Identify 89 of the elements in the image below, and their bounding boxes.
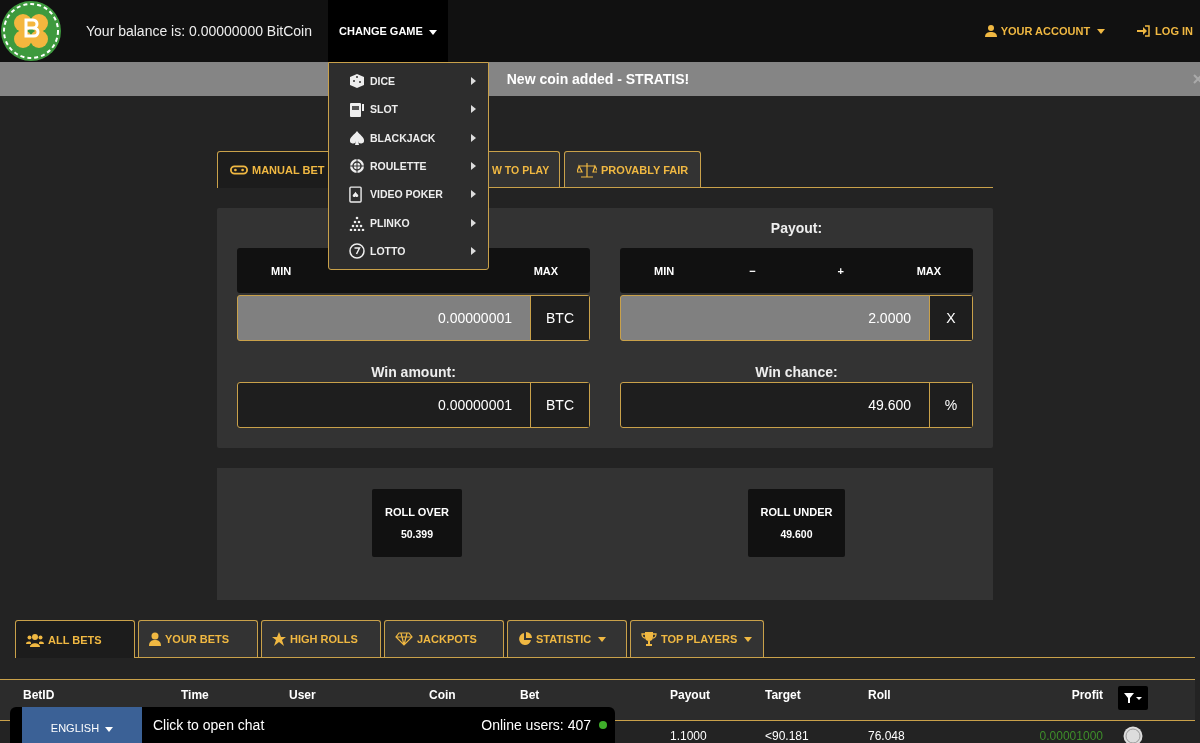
pyramid-dots-icon [349, 214, 365, 231]
column-header: Target [765, 688, 801, 702]
filter-icon [1124, 692, 1142, 704]
win-chance-value: 49.600 [867, 396, 912, 415]
login-button[interactable]: LOG IN [1137, 25, 1193, 37]
coin-icon [1123, 726, 1143, 743]
roll-button[interactable]: ROLL OVER 50.399 [372, 489, 462, 557]
online-users-text: Online users: 407 [481, 717, 591, 733]
submenu-arrow-icon [471, 246, 476, 255]
game-menu-item[interactable]: SLOT [329, 95, 488, 124]
change-game-button[interactable]: CHANGE GAME [328, 0, 448, 62]
caret-icon [1097, 28, 1106, 34]
payout-field[interactable]: 2.0000 X [620, 295, 973, 341]
win-chance-label: Win chance: [754, 363, 839, 382]
caret-icon [105, 726, 114, 732]
online-dot [599, 721, 607, 729]
payout-label: Payout: [769, 219, 824, 238]
slot-machine-icon [349, 101, 365, 118]
language-button[interactable]: ENGLISH [22, 707, 142, 743]
column-header: User [289, 688, 316, 702]
payout-adjust-button[interactable]: + [796, 248, 885, 293]
column-header: Roll [868, 688, 891, 702]
column-header: Profit [1071, 688, 1103, 702]
dice-icon [349, 73, 365, 90]
win-chance-field[interactable]: 49.600 % [620, 382, 973, 428]
percent-unit: % [929, 383, 972, 427]
bet-amount-value: 0.00000001 [437, 309, 513, 328]
submenu-arrow-icon [471, 218, 476, 227]
bets-tab[interactable]: YOUR BETS [138, 620, 258, 657]
column-header: BetID [23, 688, 55, 702]
game-menu-item[interactable]: LOTTO [329, 236, 488, 266]
caret-icon [428, 29, 437, 35]
table-cell: 76.048 [868, 729, 905, 743]
table-cell: 1.1000 [670, 729, 707, 743]
bets-tab[interactable]: STATISTIC [507, 620, 627, 657]
currency-unit: BTC [530, 383, 589, 427]
win-amount-value: 0.00000001 [437, 396, 513, 415]
game-menu-item[interactable]: PLINKO [329, 208, 488, 237]
payout-value: 2.0000 [867, 309, 912, 328]
game-menu-item[interactable]: DICE [329, 67, 488, 96]
bet-adjust-button[interactable]: MIN [237, 248, 326, 293]
submenu-arrow-icon [471, 133, 476, 142]
game-menu-item[interactable]: BLACKJACK [329, 123, 488, 152]
multiplier-unit: X [929, 296, 972, 340]
gamepad-icon [230, 165, 248, 175]
payout-adjust-button[interactable]: MIN [620, 248, 709, 293]
trophy-icon [641, 632, 657, 646]
scale-icon [577, 161, 597, 178]
bets-tab[interactable]: TOP PLAYERS [630, 620, 764, 657]
star-icon [272, 632, 286, 646]
users-icon [26, 632, 44, 647]
bets-tab[interactable]: HIGH ROLLS [261, 620, 381, 657]
win-amount-label: Win amount: [370, 363, 457, 382]
bet-amount-field[interactable]: 0.00000001 BTC [237, 295, 590, 341]
bets-tab[interactable]: ALL BETS [15, 620, 135, 658]
bets-tab[interactable]: JACKPOTS [384, 620, 504, 657]
submenu-arrow-icon [471, 105, 476, 114]
seven-ball-icon [349, 242, 365, 259]
roulette-icon [349, 158, 365, 175]
filter-button[interactable] [1118, 686, 1148, 710]
spade-icon [349, 129, 365, 146]
login-icon [1137, 25, 1152, 37]
column-header: Time [181, 688, 209, 702]
table-cell: <90.181 [765, 729, 809, 743]
diamond-icon [395, 632, 413, 646]
roll-button[interactable]: ROLL UNDER 49.600 [748, 489, 845, 557]
column-header: Coin [429, 688, 456, 702]
chat-bar[interactable]: ENGLISH Click to open chat Online users: 407 [10, 707, 615, 743]
win-amount-field[interactable]: 0.00000001 BTC [237, 382, 590, 428]
user-icon [149, 632, 161, 646]
submenu-arrow-icon [471, 162, 476, 171]
account-button[interactable]: YOUR ACCOUNT [984, 25, 1106, 37]
pie-chart-icon [518, 632, 532, 646]
table-cell: 0.00001000 [1039, 729, 1103, 743]
submenu-arrow-icon [471, 77, 476, 86]
user-icon [984, 25, 997, 37]
payout-adjust-button[interactable]: MAX [884, 248, 973, 293]
submenu-arrow-icon [471, 190, 476, 199]
currency-unit: BTC [530, 296, 589, 340]
column-header: Bet [520, 688, 540, 702]
playing-card-icon [349, 185, 362, 203]
game-tab[interactable]: PROVABLY FAIR [564, 151, 702, 187]
chat-prompt: Click to open chat [153, 717, 266, 733]
balance-text: Your balance is: 0.00000000 BitCoin [86, 23, 313, 39]
logo-icon[interactable] [0, 0, 62, 62]
notice-text: New coin added - STRATIS! [506, 71, 690, 87]
column-header: Payout [670, 688, 710, 702]
bet-adjust-button[interactable]: MAX [501, 248, 590, 293]
payout-adjust-button[interactable]: − [708, 248, 797, 293]
